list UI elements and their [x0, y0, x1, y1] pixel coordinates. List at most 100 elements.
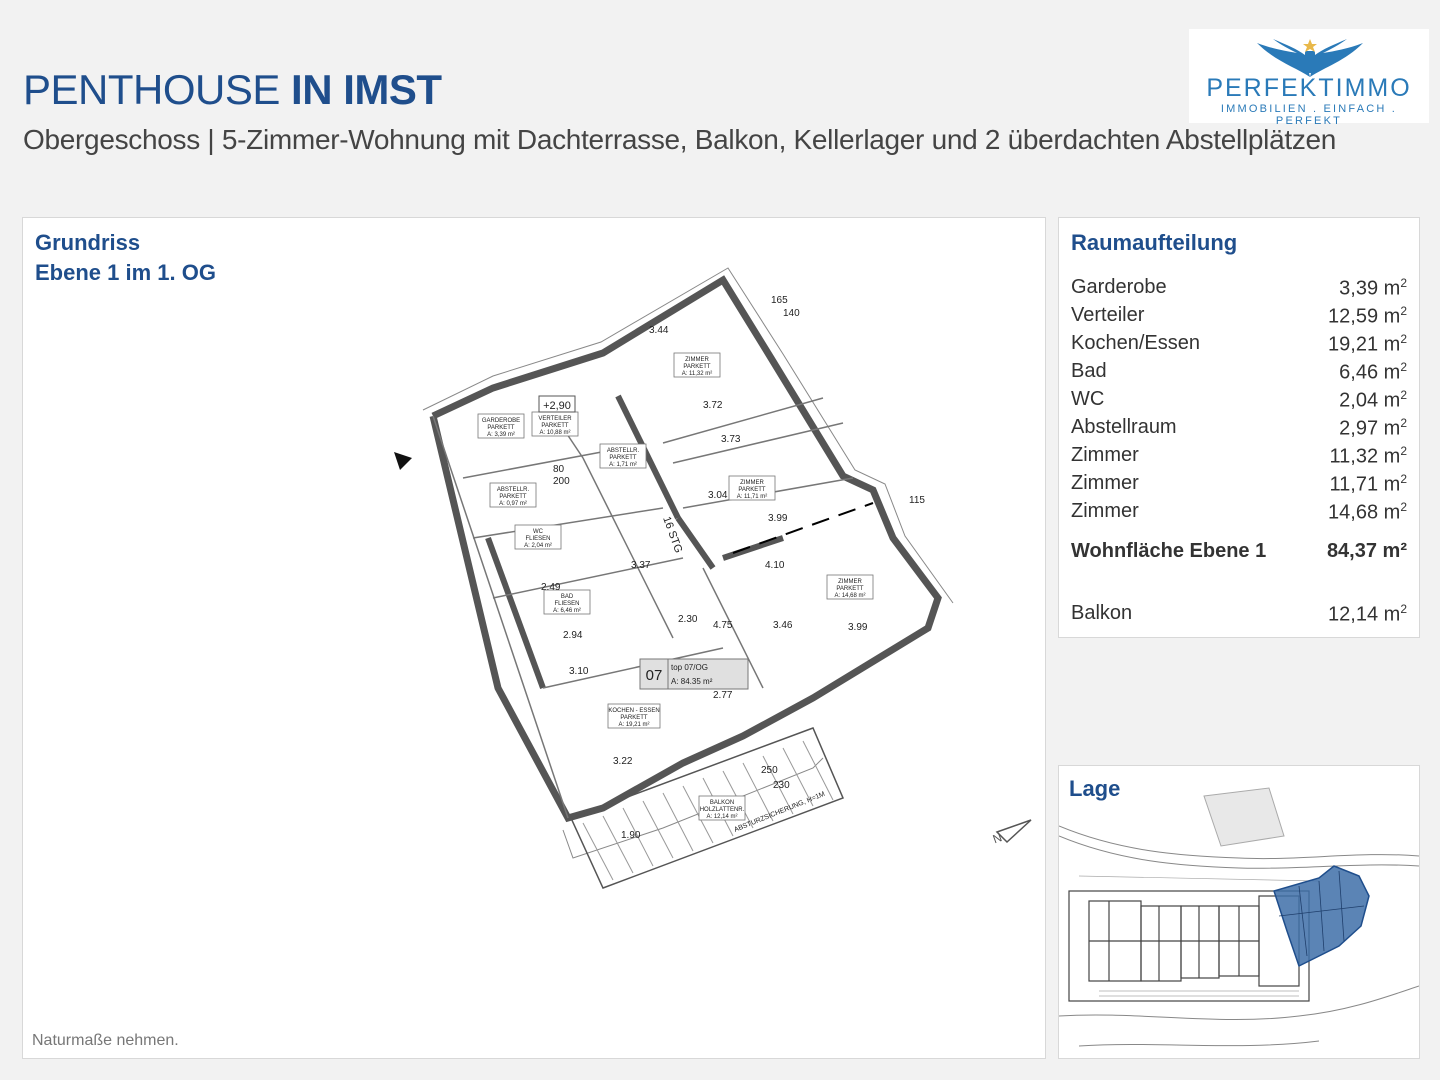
dim-label: 2.77	[713, 690, 733, 701]
room-label-zimmer-1: ZIMMER	[685, 357, 709, 363]
logo-name: PERFEKTIMMO	[1206, 74, 1412, 102]
dim-label: 140	[783, 308, 800, 319]
room-name: WC	[1071, 388, 1105, 410]
room-label-abstell-1: ABSTELLR.	[607, 448, 640, 454]
room-area: 19,21 m2	[1328, 332, 1407, 356]
dim-label: 2.94	[563, 630, 583, 641]
dim-label: 3.99	[848, 622, 868, 633]
room-area-balkon: A: 12,14 m²	[706, 814, 737, 820]
room-name: Garderobe	[1071, 276, 1167, 298]
room-floor-zimmer-2: PARKETT	[738, 487, 766, 493]
room-row: Garderobe 3,39 m2	[1071, 276, 1407, 304]
room-name: Zimmer	[1071, 444, 1139, 466]
absturz-label: ABSTURZSICHERUNG, H=1M	[733, 791, 826, 834]
svg-text:N: N	[991, 830, 1004, 846]
room-label-garderobe: GARDEROBE	[482, 418, 520, 424]
room-area: 6,46 m2	[1339, 360, 1407, 384]
room-area-zimmer-3: A: 14,68 m²	[834, 593, 865, 599]
balkon-row: Balkon 12,14 m2	[1071, 602, 1407, 630]
room-area: 3,39 m2	[1339, 276, 1407, 300]
room-row: WC 2,04 m2	[1071, 388, 1407, 416]
room-name: Bad	[1071, 360, 1107, 382]
room-area-bad: A: 6,46 m²	[553, 608, 581, 614]
room-label-balkon: BALKON	[710, 800, 734, 806]
unit-number: 07	[646, 667, 663, 684]
dim-label: 3.10	[569, 666, 589, 677]
room-row: Abstellraum 2,97 m2	[1071, 416, 1407, 444]
balkon-name: Balkon	[1071, 602, 1133, 624]
room-floor-garderobe: PARKETT	[487, 425, 515, 431]
room-area-zimmer-2: A: 11,71 m²	[737, 494, 768, 500]
dim-label: 3.46	[773, 620, 793, 631]
room-label-verteiler: VERTEILER	[538, 416, 572, 422]
room-row: Zimmer 14,68 m2	[1071, 500, 1407, 528]
room-floor-abstell-2: PARKETT	[499, 494, 527, 500]
room-area-wc: A: 2,04 m²	[524, 543, 552, 549]
unit-area: A: 84.35 m²	[671, 677, 713, 686]
entrance-arrow-icon	[394, 452, 412, 470]
room-label-kochen: KOCHEN - ESSEN	[608, 708, 659, 714]
room-floor-bad: FLIESEN	[554, 601, 579, 607]
room-area-garderobe: A: 3,39 m²	[487, 432, 515, 438]
room-floor-zimmer-1: PARKETT	[683, 364, 711, 370]
room-name: Zimmer	[1071, 500, 1139, 522]
room-name: Zimmer	[1071, 472, 1139, 494]
room-floor-abstell-1: PARKETT	[609, 455, 637, 461]
dim-label: 3.37	[631, 560, 651, 571]
dim-label: 230	[773, 780, 790, 791]
rooms-panel: Raumaufteilung Garderobe 3,39 m2 Verteil…	[1058, 217, 1420, 638]
dim-label: 3.22	[613, 756, 633, 767]
dim-label: 250	[761, 765, 778, 776]
rooms-heading: Raumaufteilung	[1071, 230, 1238, 255]
dim-label: 200	[553, 476, 570, 487]
dim-label: 2.49	[541, 582, 561, 593]
footnote: Naturmaße nehmen.	[32, 1032, 179, 1049]
room-area: 2,04 m2	[1339, 388, 1407, 412]
total-row: Wohnfläche Ebene 1 84,37 m²	[1071, 540, 1407, 568]
room-floor-zimmer-3: PARKETT	[836, 586, 864, 592]
title-bold: IN IMST	[291, 66, 442, 113]
floorplan-panel: Grundriss Ebene 1 im 1. OG 07 top 07/OG …	[22, 217, 1046, 1059]
company-logo: PERFEKTIMMO IMMOBILIEN . EINFACH . PERFE…	[1189, 29, 1429, 127]
room-area-zimmer-1: A: 11,32 m²	[682, 371, 713, 377]
room-floor-verteiler: PARKETT	[541, 423, 569, 429]
dim-label: 2.30	[678, 614, 698, 625]
room-area-abstell-2: A: 0,97 m²	[499, 501, 527, 507]
unit-label: top 07/OG	[671, 663, 708, 672]
dim-label: 3.44	[649, 325, 669, 336]
room-label-zimmer-2: ZIMMER	[740, 480, 764, 486]
total-name: Wohnfläche Ebene 1	[1071, 540, 1267, 562]
dim-label: 4.75	[713, 620, 733, 631]
dim-label: 165	[771, 295, 788, 306]
dim-label: 3.99	[768, 513, 788, 524]
room-floor-wc: FLIESEN	[525, 536, 550, 542]
total-area: 84,37 m²	[1326, 540, 1407, 562]
room-area: 11,32 m2	[1329, 444, 1407, 468]
room-row: Verteiler 12,59 m2	[1071, 304, 1407, 332]
room-row: Bad 6,46 m2	[1071, 360, 1407, 388]
room-floor-kochen: PARKETT	[620, 715, 648, 721]
room-area-abstell-1: A: 1,71 m²	[609, 462, 637, 468]
unit-label-box: 07 top 07/OG A: 84.35 m²	[639, 658, 749, 690]
room-row: Kochen/Essen 19,21 m2	[1071, 332, 1407, 360]
title-light: PENTHOUSE	[23, 66, 292, 113]
balkon-area: 12,14 m2	[1328, 602, 1407, 626]
dim-label: 4.10	[765, 560, 785, 571]
room-area: 11,71 m2	[1329, 472, 1407, 496]
north-arrow-icon: N	[991, 819, 1032, 846]
dim-label: 3.72	[703, 400, 723, 411]
level-marker: +2,90	[543, 400, 571, 412]
dim-label: 3.73	[721, 434, 741, 445]
room-label-wc: WC	[533, 529, 544, 535]
room-area: 14,68 m2	[1328, 500, 1407, 524]
eagle-wings-icon	[1257, 39, 1363, 77]
room-area: 2,97 m2	[1339, 416, 1407, 440]
room-name: Kochen/Essen	[1071, 332, 1200, 354]
room-row: Zimmer 11,32 m2	[1071, 444, 1407, 472]
room-label-zimmer-3: ZIMMER	[838, 579, 862, 585]
room-label-bad: BAD	[561, 594, 574, 600]
room-name: Abstellraum	[1071, 416, 1177, 438]
room-area-verteiler: A: 10,88 m²	[539, 430, 570, 436]
room-area: 12,59 m2	[1328, 304, 1407, 328]
logo-tagline: IMMOBILIEN . EINFACH . PERFEKT	[1220, 103, 1398, 127]
